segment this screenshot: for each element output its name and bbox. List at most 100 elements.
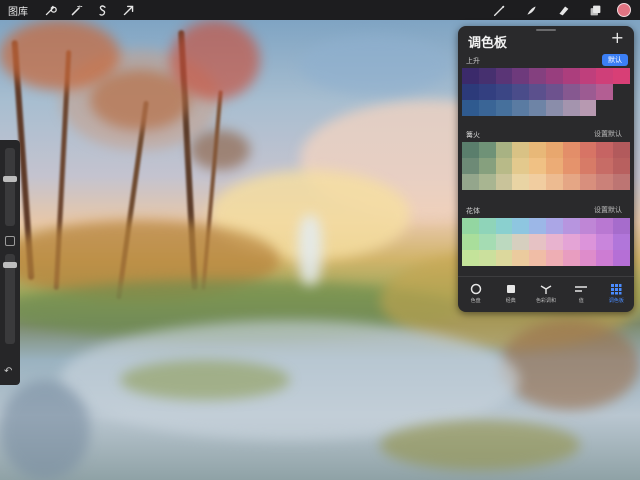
color-swatch[interactable] [596, 234, 614, 250]
color-swatch[interactable] [495, 218, 513, 234]
color-swatch[interactable] [529, 250, 546, 266]
selection-icon[interactable] [92, 0, 112, 20]
color-swatch[interactable] [545, 174, 563, 190]
color-swatch[interactable] [529, 234, 546, 250]
color-swatch[interactable] [579, 250, 597, 266]
color-swatch[interactable] [478, 250, 496, 266]
color-swatch[interactable] [462, 234, 479, 250]
color-swatch[interactable] [613, 174, 630, 190]
color-swatch[interactable] [478, 84, 496, 100]
color-swatch[interactable] [613, 234, 630, 250]
set-default-button[interactable]: 设置默认 [588, 128, 628, 140]
layers-icon[interactable] [585, 0, 605, 20]
color-swatch[interactable] [596, 218, 614, 234]
color-swatch[interactable] [545, 68, 563, 84]
eraser-icon[interactable] [553, 0, 573, 20]
color-swatch[interactable] [596, 158, 614, 174]
color-swatch[interactable] [478, 158, 496, 174]
color-swatch[interactable] [495, 234, 513, 250]
color-swatch[interactable] [512, 68, 530, 84]
color-swatch[interactable] [613, 218, 630, 234]
tab-harmony[interactable]: 色彩调和 [528, 282, 563, 312]
brush-icon[interactable] [489, 0, 509, 20]
color-swatch[interactable] [529, 174, 546, 190]
color-swatch[interactable] [462, 218, 479, 234]
tab-value[interactable]: 值 [564, 282, 599, 312]
color-swatch[interactable] [478, 218, 496, 234]
color-swatch[interactable] [562, 234, 580, 250]
color-swatch[interactable] [579, 84, 597, 100]
color-swatch[interactable] [579, 174, 597, 190]
color-swatch[interactable] [512, 142, 530, 158]
set-default-button[interactable]: 设置默认 [588, 204, 628, 216]
color-swatch[interactable] [579, 158, 597, 174]
color-swatch[interactable] [596, 68, 614, 84]
brush-size-slider[interactable] [5, 148, 15, 226]
smudge-icon[interactable] [521, 0, 541, 20]
color-swatch[interactable] [512, 100, 530, 116]
color-swatch[interactable] [462, 142, 479, 158]
opacity-thumb[interactable] [3, 262, 17, 268]
brush-size-thumb[interactable] [3, 176, 17, 182]
color-swatch[interactable] [495, 84, 513, 100]
color-swatch[interactable] [596, 174, 614, 190]
modify-icon[interactable] [5, 236, 15, 246]
color-swatch[interactable] [545, 158, 563, 174]
color-swatch[interactable] [562, 68, 580, 84]
color-swatch[interactable] [545, 142, 563, 158]
color-swatch[interactable] [562, 218, 580, 234]
palette-swatch-grid[interactable] [462, 68, 630, 116]
color-swatch[interactable] [495, 100, 513, 116]
color-swatch[interactable] [462, 174, 479, 190]
add-palette-button[interactable]: + [611, 28, 624, 47]
color-swatch[interactable] [613, 142, 630, 158]
color-swatch[interactable] [462, 84, 479, 100]
color-swatch[interactable] [562, 84, 580, 100]
color-swatch[interactable] [529, 100, 546, 116]
undo-icon[interactable]: ↶ [4, 366, 12, 377]
color-swatch[interactable] [579, 218, 597, 234]
color-swatch[interactable] [613, 68, 630, 84]
palette-default-badge[interactable]: 默认 [602, 54, 628, 66]
color-swatch[interactable] [478, 174, 496, 190]
color-swatch[interactable] [495, 142, 513, 158]
gallery-button[interactable]: 图库 [8, 3, 28, 18]
color-swatch[interactable] [545, 218, 563, 234]
color-swatch[interactable] [512, 218, 530, 234]
color-swatch[interactable] [596, 250, 614, 266]
color-swatch[interactable] [462, 100, 479, 116]
color-swatch[interactable] [478, 68, 496, 84]
color-swatch[interactable] [562, 250, 580, 266]
color-swatch[interactable] [613, 158, 630, 174]
color-swatch-button[interactable] [617, 3, 631, 17]
color-swatch[interactable] [579, 68, 597, 84]
color-swatch[interactable] [562, 142, 580, 158]
tab-classic[interactable]: 经典 [493, 282, 528, 312]
color-swatch[interactable] [596, 142, 614, 158]
tab-palettes[interactable]: 调色板 [599, 282, 634, 312]
color-swatch[interactable] [529, 68, 546, 84]
color-swatch[interactable] [495, 174, 513, 190]
color-swatch[interactable] [545, 250, 563, 266]
color-swatch[interactable] [579, 142, 597, 158]
color-swatch[interactable] [512, 84, 530, 100]
color-swatch[interactable] [529, 142, 546, 158]
color-swatch[interactable] [545, 100, 563, 116]
color-swatch[interactable] [545, 84, 563, 100]
palette-swatch-grid[interactable] [462, 218, 630, 266]
color-swatch[interactable] [512, 174, 530, 190]
color-swatch[interactable] [529, 158, 546, 174]
magic-wand-icon[interactable] [66, 0, 86, 20]
color-swatch[interactable] [545, 234, 563, 250]
transform-arrow-icon[interactable] [118, 0, 138, 20]
color-swatch[interactable] [478, 100, 496, 116]
color-swatch[interactable] [478, 234, 496, 250]
color-swatch[interactable] [579, 100, 597, 116]
color-swatch[interactable] [495, 250, 513, 266]
color-swatch[interactable] [529, 84, 546, 100]
color-swatch[interactable] [512, 158, 530, 174]
color-swatch[interactable] [478, 142, 496, 158]
color-swatch[interactable] [495, 158, 513, 174]
color-swatch[interactable] [462, 68, 479, 84]
color-swatch[interactable] [562, 174, 580, 190]
